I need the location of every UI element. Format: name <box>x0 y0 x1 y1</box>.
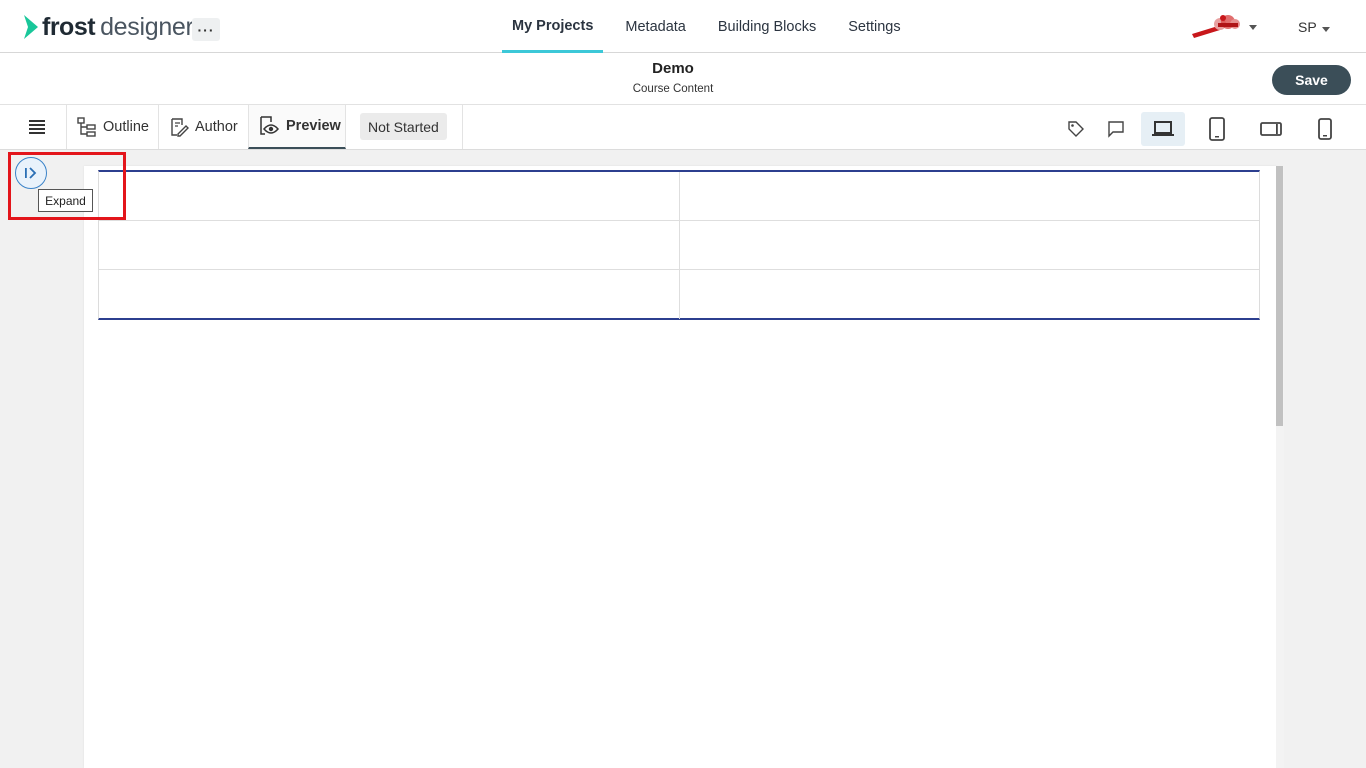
tab-author[interactable]: Author <box>158 105 248 149</box>
highlight-annotation-box <box>8 152 126 220</box>
brand-logo-avatar[interactable] <box>1190 12 1246 40</box>
logo-text-bold: frost <box>42 12 96 41</box>
save-button[interactable]: Save <box>1272 65 1351 95</box>
table-row <box>99 221 1259 270</box>
table-cell[interactable] <box>680 270 1260 319</box>
project-title-bar: Demo Course Content Save <box>0 53 1366 105</box>
canvas-scrollbar-thumb[interactable] <box>1276 166 1283 426</box>
status-badge[interactable]: Not Started <box>360 113 447 140</box>
nav-settings[interactable]: Settings <box>838 0 910 53</box>
toolbar-divider <box>462 105 463 149</box>
logo-text-light: designer <box>100 12 194 41</box>
nav-my-projects[interactable]: My Projects <box>502 0 604 53</box>
frost-designer-logo[interactable]: frost designer <box>22 12 194 42</box>
author-icon <box>171 118 189 137</box>
table-cell[interactable] <box>680 172 1260 220</box>
tab-preview-label: Preview <box>286 118 341 134</box>
table-cell[interactable] <box>680 221 1260 269</box>
tablet-landscape-icon[interactable] <box>1258 112 1284 146</box>
user-menu-caret-icon[interactable] <box>1322 27 1330 32</box>
comment-icon[interactable] <box>1104 112 1128 146</box>
hamburger-menu-icon[interactable] <box>29 120 45 134</box>
more-options-button[interactable]: ··· <box>192 18 220 41</box>
project-subtitle: Course Content <box>632 83 714 95</box>
user-initials[interactable]: SP <box>1298 19 1317 35</box>
laptop-icon[interactable] <box>1141 112 1185 146</box>
tablet-icon[interactable] <box>1205 112 1229 146</box>
main-nav: My Projects Metadata Building Blocks Set… <box>502 0 923 53</box>
nav-building-blocks[interactable]: Building Blocks <box>708 0 826 53</box>
table-cell[interactable] <box>99 270 680 319</box>
phone-icon[interactable] <box>1314 112 1336 146</box>
table-row <box>99 172 1259 221</box>
project-title: Demo <box>652 60 694 77</box>
table-cell[interactable] <box>99 172 680 220</box>
content-table <box>98 170 1260 320</box>
ellipsis-icon: ··· <box>197 21 215 38</box>
tab-author-label: Author <box>195 119 238 135</box>
tab-preview[interactable]: Preview <box>248 105 346 149</box>
table-cell[interactable] <box>99 221 680 269</box>
tab-outline[interactable]: Outline <box>66 105 158 149</box>
brand-menu-caret-icon[interactable] <box>1249 25 1257 30</box>
tab-outline-label: Outline <box>103 119 149 135</box>
outline-icon <box>77 117 96 137</box>
table-row <box>99 270 1259 319</box>
preview-icon <box>260 116 279 135</box>
nav-metadata[interactable]: Metadata <box>615 0 695 53</box>
tag-icon[interactable] <box>1064 112 1088 146</box>
logo-chevron-icon <box>24 15 38 39</box>
top-nav-bar: frost designer ··· My Projects Metadata … <box>0 0 1366 53</box>
